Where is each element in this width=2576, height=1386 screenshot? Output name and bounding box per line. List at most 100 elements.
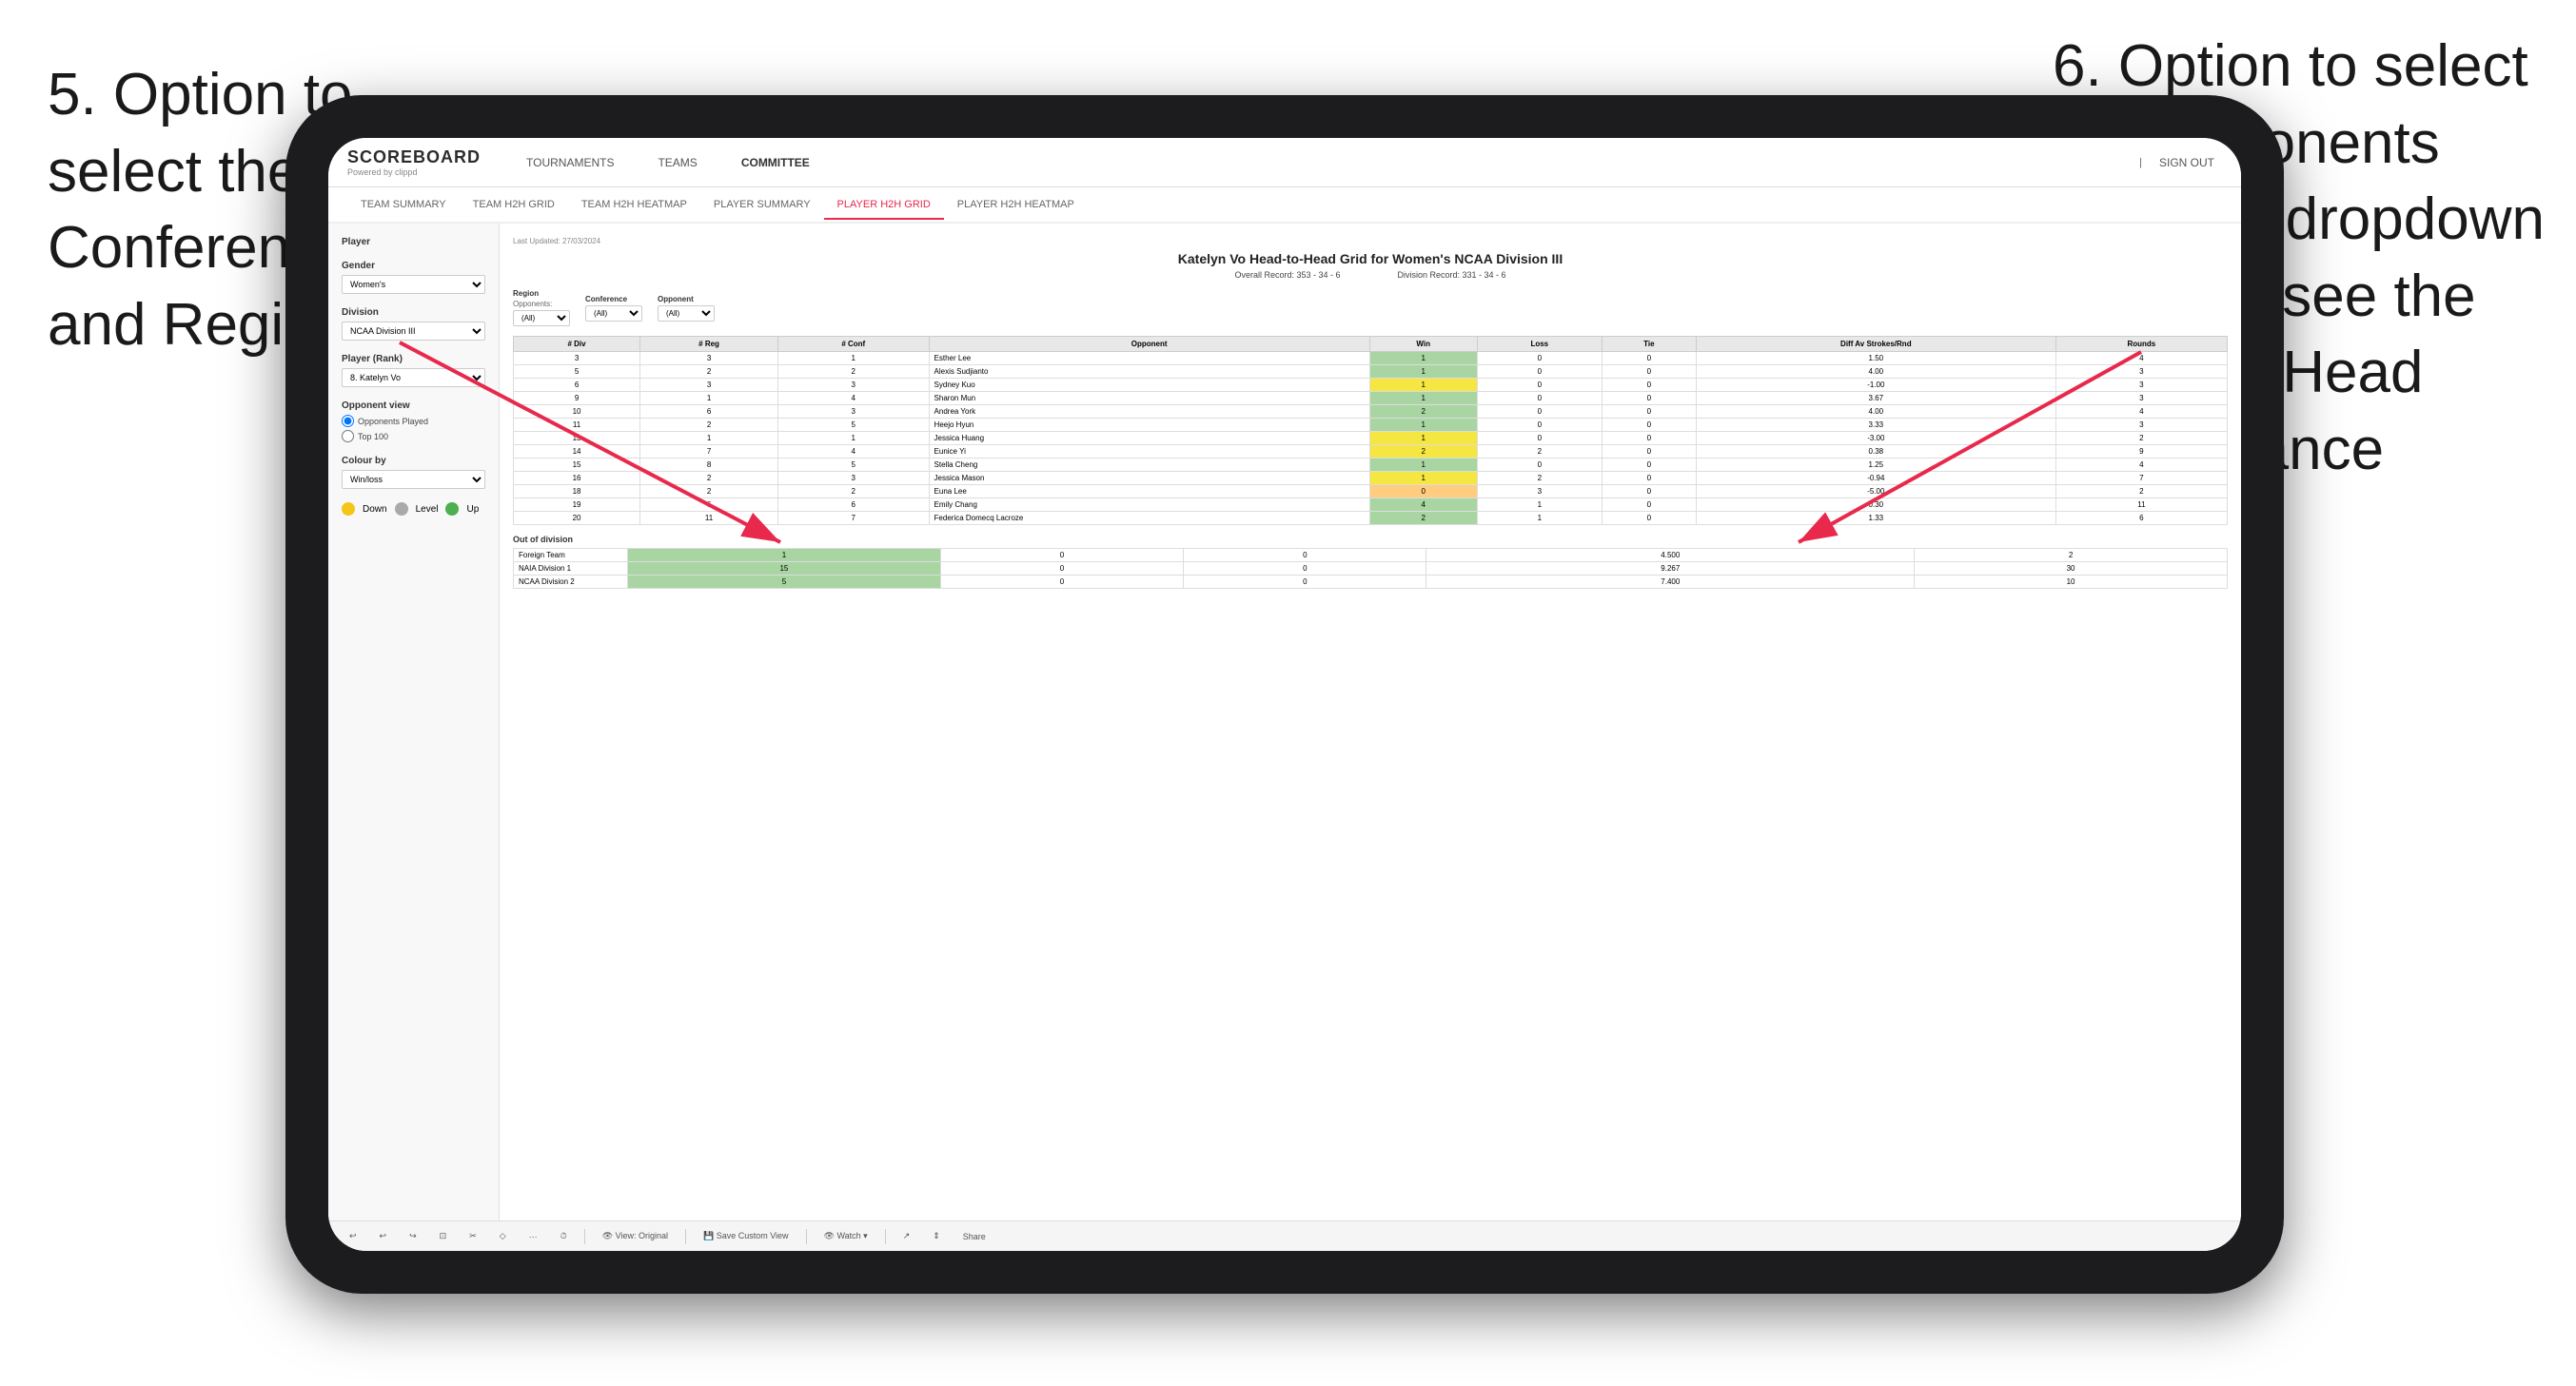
toolbar-dots[interactable]: ···	[523, 1230, 543, 1243]
tablet-shell: SCOREBOARD Powered by clippd TOURNAMENTS…	[285, 95, 2284, 1294]
filter-conference-group: Conference (All)	[585, 295, 642, 322]
toolbar-expand-icon[interactable]: ⇕	[927, 1229, 946, 1243]
td-rounds: 11	[2055, 498, 2227, 512]
td-rounds: 7	[2055, 472, 2227, 485]
nav-right: | Sign out	[2139, 152, 2222, 173]
td-div: 19	[514, 498, 640, 512]
filter-region-label: Region	[513, 289, 570, 298]
toolbar-cut[interactable]: ✂	[463, 1229, 482, 1243]
td-rounds: 2	[2055, 485, 2227, 498]
toolbar-save-custom-view[interactable]: 💾 Save Custom View	[698, 1229, 795, 1243]
toolbar-view-original[interactable]: 👁 View: Original	[597, 1229, 674, 1243]
out-of-division-label: Out of division	[513, 535, 2228, 544]
toolbar-diamond[interactable]: ◇	[494, 1229, 512, 1243]
toolbar-watch[interactable]: 👁 Watch ▾	[818, 1229, 874, 1243]
td-conf: 3	[777, 472, 929, 485]
td-diff: 4.00	[1696, 405, 2055, 419]
td-reg: 1	[640, 392, 778, 405]
out-table-body: Foreign Team 1 0 0 4.500 2 NAIA Division…	[514, 549, 2228, 589]
td-opponent: Eunice Yi	[929, 445, 1369, 459]
sidebar-colour-by-select[interactable]: Win/loss	[342, 470, 485, 489]
td-conf: 1	[777, 352, 929, 365]
td-opponent: Stella Cheng	[929, 459, 1369, 472]
sub-nav-player-summary[interactable]: PLAYER SUMMARY	[700, 191, 824, 218]
td-conf: 2	[777, 485, 929, 498]
td-out-loss: 0	[940, 562, 1183, 576]
sidebar-gender-select[interactable]: Women's	[342, 275, 485, 294]
main-data-table: # Div # Reg # Conf Opponent Win Loss Tie…	[513, 336, 2228, 525]
td-out-win: 5	[628, 576, 941, 589]
td-loss: 0	[1477, 352, 1602, 365]
td-div: 10	[514, 405, 640, 419]
td-opponent: Sydney Kuo	[929, 379, 1369, 392]
radio-opponents-played[interactable]: Opponents Played	[342, 415, 485, 427]
sidebar-opponent-view-label: Opponent view	[342, 400, 485, 411]
td-out-diff: 7.400	[1426, 576, 1915, 589]
td-out-tie: 0	[1184, 576, 1426, 589]
td-diff: 3.67	[1696, 392, 2055, 405]
td-win: 1	[1369, 419, 1477, 432]
td-conf: 3	[777, 379, 929, 392]
sub-nav-player-h2h-heatmap[interactable]: PLAYER H2H HEATMAP	[944, 191, 1088, 218]
td-opponent: Esther Lee	[929, 352, 1369, 365]
color-legend: Down Level Up	[342, 502, 485, 516]
td-div: 11	[514, 419, 640, 432]
sign-out-button[interactable]: Sign out	[2152, 152, 2222, 173]
td-rounds: 3	[2055, 379, 2227, 392]
filter-opponents-label: Opponents:	[513, 300, 570, 308]
toolbar-share-icon[interactable]: ↗	[897, 1229, 916, 1243]
filter-region-group: Region Opponents: (All)	[513, 289, 570, 326]
td-rounds: 9	[2055, 445, 2227, 459]
toolbar-grid[interactable]: ⊡	[434, 1229, 453, 1243]
sidebar-player-rank-select[interactable]: 8. Katelyn Vo	[342, 368, 485, 387]
filter-conference-label: Conference	[585, 295, 642, 303]
sub-nav-team-h2h-heatmap[interactable]: TEAM H2H HEATMAP	[568, 191, 700, 218]
filter-region-select[interactable]: (All)	[513, 310, 570, 326]
td-div: 20	[514, 512, 640, 525]
td-opponent: Sharon Mun	[929, 392, 1369, 405]
filter-row: Region Opponents: (All) Conference (All)	[513, 289, 2228, 326]
td-opponent: Andrea York	[929, 405, 1369, 419]
filter-conference-select[interactable]: (All)	[585, 305, 642, 322]
legend-label-up: Up	[466, 504, 479, 515]
table-header-row: # Div # Reg # Conf Opponent Win Loss Tie…	[514, 337, 2228, 352]
td-win: 1	[1369, 432, 1477, 445]
td-reg: 2	[640, 419, 778, 432]
table-row: NAIA Division 1 15 0 0 9.267 30	[514, 562, 2228, 576]
td-win: 4	[1369, 498, 1477, 512]
td-win: 2	[1369, 512, 1477, 525]
nav-separator: |	[2139, 157, 2142, 168]
td-diff: 0.30	[1696, 498, 2055, 512]
sub-nav-team-h2h-grid[interactable]: TEAM H2H GRID	[460, 191, 568, 218]
td-div: 15	[514, 459, 640, 472]
radio-opponents-played-input[interactable]	[342, 415, 354, 427]
toolbar-share[interactable]: Share	[957, 1230, 992, 1243]
table-row: 10 6 3 Andrea York 2 0 0 4.00 4	[514, 405, 2228, 419]
td-tie: 0	[1602, 392, 1696, 405]
overall-record: Overall Record: 353 - 34 - 6	[1234, 270, 1340, 280]
radio-top100[interactable]: Top 100	[342, 430, 485, 442]
legend-dot-level	[395, 502, 408, 516]
td-loss: 2	[1477, 445, 1602, 459]
toolbar-undo[interactable]: ↩	[344, 1229, 363, 1243]
filter-opponent-select[interactable]: (All)	[658, 305, 715, 322]
td-loss: 3	[1477, 485, 1602, 498]
toolbar-redo[interactable]: ↪	[403, 1229, 423, 1243]
td-tie: 0	[1602, 485, 1696, 498]
sidebar-division-select[interactable]: NCAA Division III	[342, 322, 485, 341]
sidebar: Player Gender Women's Division NCAA Divi…	[328, 224, 500, 1220]
td-opponent: Federica Domecq Lacroze	[929, 512, 1369, 525]
nav-tournaments[interactable]: TOURNAMENTS	[519, 152, 621, 173]
toolbar-timer[interactable]: ⏱	[555, 1229, 573, 1243]
tablet-screen: SCOREBOARD Powered by clippd TOURNAMENTS…	[328, 138, 2241, 1251]
nav-teams[interactable]: TEAMS	[650, 152, 704, 173]
radio-top100-input[interactable]	[342, 430, 354, 442]
sidebar-gender-section: Gender Women's	[342, 261, 485, 294]
sub-nav-team-summary[interactable]: TEAM SUMMARY	[347, 191, 460, 218]
nav-committee[interactable]: COMMITTEE	[734, 152, 817, 173]
data-panel: Last Updated: 27/03/2024 Katelyn Vo Head…	[500, 224, 2241, 1220]
toolbar-undo2[interactable]: ↩	[374, 1229, 393, 1243]
table-row: Foreign Team 1 0 0 4.500 2	[514, 549, 2228, 562]
sub-nav-player-h2h-grid[interactable]: PLAYER H2H GRID	[824, 191, 944, 220]
td-out-tie: 0	[1184, 562, 1426, 576]
